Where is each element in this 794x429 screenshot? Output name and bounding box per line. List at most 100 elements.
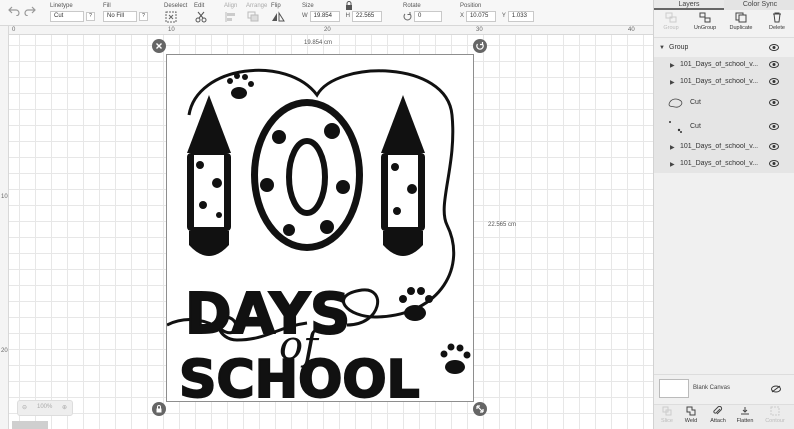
expand-arrow-icon[interactable]: ▶ xyxy=(670,79,675,86)
linetype-select[interactable]: Cut xyxy=(50,11,84,22)
paw-print-shape xyxy=(399,287,433,321)
ruler-tick: 0 xyxy=(12,27,16,33)
design-canvas[interactable]: 0 10 20 30 40 10 20 19.854 cm 22.565 cm xyxy=(0,26,653,429)
layer-row[interactable]: ▶ 101_Days_of_school_v... xyxy=(654,156,794,173)
zoom-out-button[interactable]: ⊖ xyxy=(22,404,27,411)
flip-control[interactable]: Flip xyxy=(271,2,285,25)
arrange-icon xyxy=(247,11,259,22)
school-text: SCHOOL xyxy=(179,350,420,403)
expand-arrow-icon[interactable]: ▶ xyxy=(670,144,675,151)
layer-actions: Group UnGroup Duplicate Delete xyxy=(654,10,794,38)
zero-shape xyxy=(251,99,363,251)
edit-control[interactable]: Edit xyxy=(194,2,208,25)
redo-button[interactable] xyxy=(24,6,36,18)
delete-button[interactable]: Delete xyxy=(760,12,794,31)
pencil-right-shape xyxy=(381,95,425,256)
lock-icon[interactable] xyxy=(345,1,353,11)
eye-icon[interactable] xyxy=(769,160,779,167)
eye-icon[interactable] xyxy=(769,143,779,150)
contour-button[interactable]: Contour xyxy=(762,406,788,424)
layer-thumbnail xyxy=(668,98,683,108)
edit-toolbar: Linetype Cut? Fill No Fill? Deselect Edi… xyxy=(0,0,653,26)
undo-button[interactable] xyxy=(8,6,20,18)
tab-color-sync[interactable]: Color Sync xyxy=(725,0,794,10)
slice-label: Slice xyxy=(661,418,673,424)
height-input[interactable]: 22.565 xyxy=(351,11,382,22)
layer-name: 101_Days_of_school_v... xyxy=(680,61,759,68)
paw-print-shape xyxy=(227,73,254,99)
selected-design[interactable]: DAYS of SCHOOL xyxy=(166,54,474,411)
redo-icon xyxy=(24,6,36,17)
edit-label: Edit xyxy=(194,3,205,9)
attach-button[interactable]: Attach xyxy=(705,406,731,424)
pencil-left-shape xyxy=(187,95,231,256)
layer-row[interactable]: Cut xyxy=(654,115,794,139)
width-input[interactable]: 19.854 xyxy=(309,11,340,22)
layer-row[interactable]: ▶ 101_Days_of_school_v... xyxy=(654,139,794,156)
panel-tabs: Layers Color Sync xyxy=(654,0,794,10)
x-input[interactable]: 10.075 xyxy=(465,11,496,22)
eye-icon[interactable] xyxy=(769,78,779,85)
ungroup-button[interactable]: UnGroup xyxy=(688,12,722,31)
rotate-input[interactable]: 0 xyxy=(413,11,442,22)
layer-name: Cut xyxy=(690,99,701,106)
rotate-label: Rotate xyxy=(403,3,421,9)
ruler-tick: 20 xyxy=(324,27,331,33)
paperclip-icon xyxy=(713,406,723,415)
linetype-label: Linetype xyxy=(50,3,73,9)
horizontal-scrollbar[interactable] xyxy=(12,421,48,429)
lock-handle[interactable] xyxy=(152,402,166,416)
eye-icon[interactable] xyxy=(769,61,779,68)
fill-select[interactable]: No Fill xyxy=(103,11,137,22)
linetype-help[interactable]: ? xyxy=(86,12,95,21)
eye-icon[interactable] xyxy=(769,123,779,130)
duplicate-icon xyxy=(735,12,747,23)
flatten-button[interactable]: Flatten xyxy=(732,406,758,424)
ruler-tick: 30 xyxy=(476,27,483,33)
eye-off-icon[interactable] xyxy=(771,385,781,393)
close-icon xyxy=(156,43,162,49)
align-control[interactable]: Align xyxy=(224,2,238,25)
deselect-control[interactable]: Deselect xyxy=(164,2,187,25)
canvas-swatch[interactable] xyxy=(659,379,689,398)
eye-icon[interactable] xyxy=(769,44,779,51)
layer-row[interactable]: Cut xyxy=(654,91,794,115)
expand-arrow-icon[interactable]: ▶ xyxy=(670,62,675,69)
slice-icon xyxy=(662,406,672,416)
duplicate-button[interactable]: Duplicate xyxy=(724,12,758,31)
delete-handle[interactable] xyxy=(152,39,166,53)
layer-name: Cut xyxy=(690,123,701,130)
group-icon xyxy=(665,12,677,23)
delete-label: Delete xyxy=(769,25,785,31)
eye-icon[interactable] xyxy=(769,99,779,106)
arrange-control[interactable]: Arrange xyxy=(246,2,267,25)
layer-list: ▼ Group ▶ 101_Days_of_school_v... ▶ 101_… xyxy=(654,40,794,175)
blank-canvas-label: Blank Canvas xyxy=(693,385,731,391)
align-label: Align xyxy=(224,3,238,9)
tab-layers[interactable]: Layers xyxy=(654,0,724,10)
resize-handle[interactable] xyxy=(473,402,487,416)
layer-group-row[interactable]: ▼ Group xyxy=(654,40,794,57)
align-icon xyxy=(225,12,235,22)
zoom-in-button[interactable]: ⊕ xyxy=(62,404,67,411)
expand-arrow-icon[interactable]: ▶ xyxy=(670,161,675,168)
zoom-control: ⊖ 100% ⊕ xyxy=(17,400,73,416)
width-axis-label: W xyxy=(302,13,308,19)
ruler-left: 10 20 xyxy=(0,26,9,429)
rotate-handle[interactable] xyxy=(473,39,487,53)
fill-help[interactable]: ? xyxy=(139,12,148,21)
flatten-label: Flatten xyxy=(736,418,754,424)
paw-print-shape xyxy=(440,343,471,374)
group-button[interactable]: Group xyxy=(654,12,688,31)
zoom-level: 100% xyxy=(37,404,53,410)
collapse-arrow-icon[interactable]: ▼ xyxy=(659,45,665,51)
blank-canvas-row[interactable]: Blank Canvas xyxy=(654,374,794,404)
days-text: DAYS xyxy=(185,282,350,347)
layer-row[interactable]: ▶ 101_Days_of_school_v... xyxy=(654,74,794,91)
slice-button[interactable]: Slice xyxy=(654,406,680,424)
flip-label: Flip xyxy=(271,3,281,9)
layer-row[interactable]: ▶ 101_Days_of_school_v... xyxy=(654,57,794,74)
scissors-icon xyxy=(195,11,207,23)
weld-button[interactable]: Weld xyxy=(678,406,704,424)
y-input[interactable]: 1.033 xyxy=(507,11,534,22)
